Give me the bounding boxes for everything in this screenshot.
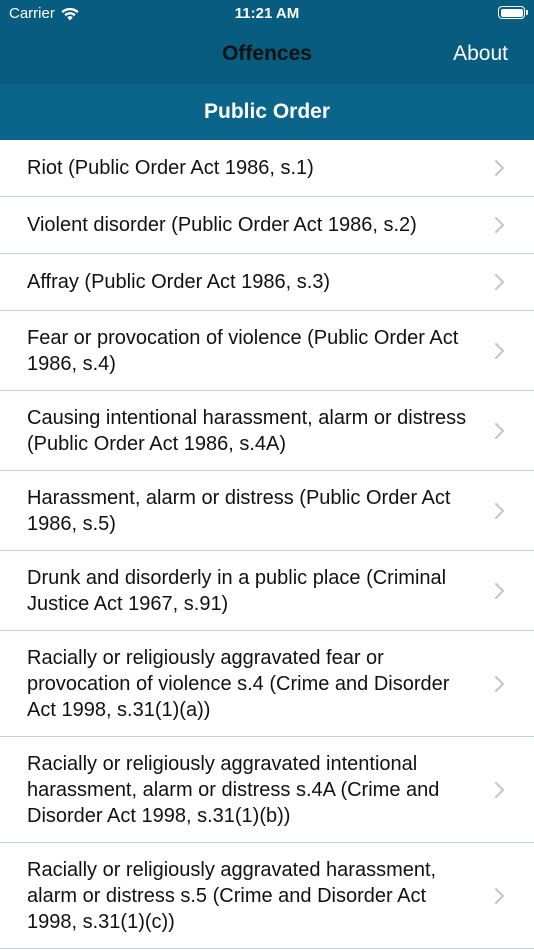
list-item[interactable]: Racially or religiously aggravated inten… — [0, 737, 534, 843]
list-item-label: Racially or religiously aggravated inten… — [27, 752, 440, 827]
chevron-right-icon — [495, 582, 504, 599]
list-item-label: Riot (Public Order Act 1986, s.1) — [27, 157, 314, 179]
list-item[interactable]: Racially or religiously aggravated fear … — [0, 631, 534, 737]
chevron-right-icon — [495, 422, 504, 439]
list-item-label: Affray (Public Order Act 1986, s.3) — [27, 271, 331, 293]
navigation-bar: Offences About — [0, 28, 534, 83]
list-item[interactable]: Fear or provocation of violence (Public … — [0, 311, 534, 391]
chevron-right-icon — [495, 675, 504, 692]
battery-fill — [500, 8, 523, 17]
chevron-right-icon — [495, 502, 504, 519]
top-bar: Carrier 11:21 AM Offences About — [0, 0, 534, 83]
chevron-right-icon — [495, 887, 504, 904]
list-item-label: Racially or religiously aggravated haras… — [27, 858, 437, 933]
chevron-right-icon — [495, 781, 504, 798]
list-item[interactable]: Harassment, alarm or distress (Public Or… — [0, 471, 534, 551]
section-header: Public Order — [0, 83, 534, 140]
chevron-right-icon — [495, 342, 504, 359]
list-item[interactable]: Violent disorder (Public Order Act 1986,… — [0, 197, 534, 254]
list-item[interactable]: Causing intentional harassment, alarm or… — [0, 391, 534, 471]
list-item[interactable]: Drunk and disorderly in a public place (… — [0, 551, 534, 631]
list-item[interactable]: Affray (Public Order Act 1986, s.3) — [0, 254, 534, 311]
list-item-label: Harassment, alarm or distress (Public Or… — [27, 486, 451, 535]
status-time: 11:21 AM — [234, 5, 300, 22]
screen: Carrier 11:21 AM Offences About Public O… — [0, 0, 534, 950]
list-item-label: Fear or provocation of violence (Public … — [27, 326, 459, 375]
list-item[interactable]: Racially or religiously aggravated haras… — [0, 843, 534, 949]
chevron-right-icon — [495, 217, 504, 233]
list-item-label: Drunk and disorderly in a public place (… — [27, 566, 447, 615]
list-item-label: Racially or religiously aggravated fear … — [27, 646, 450, 721]
status-bar: Carrier 11:21 AM — [0, 0, 534, 28]
battery-icon — [498, 6, 528, 19]
list-item[interactable]: Riot (Public Order Act 1986, s.1) — [0, 140, 534, 197]
chevron-right-icon — [495, 274, 504, 290]
chevron-right-icon — [495, 160, 504, 176]
list-item-label: Violent disorder (Public Order Act 1986,… — [27, 214, 417, 236]
offence-list: Riot (Public Order Act 1986, s.1) Violen… — [0, 140, 534, 949]
list-item-label: Causing intentional harassment, alarm or… — [27, 406, 467, 455]
about-button[interactable]: About — [453, 42, 508, 66]
